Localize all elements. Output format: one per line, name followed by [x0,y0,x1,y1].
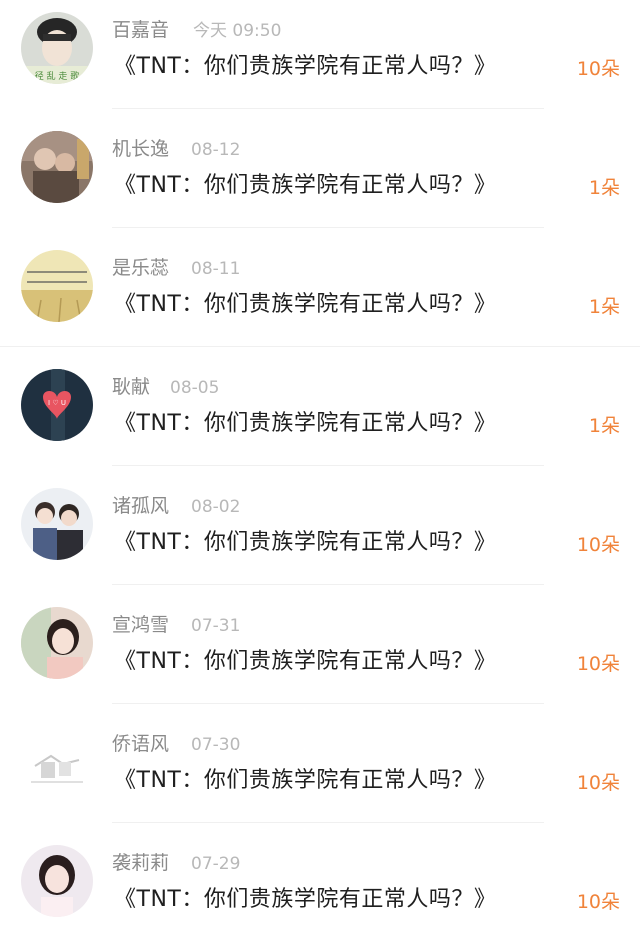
list-item[interactable]: I ♡ U 耿献 08-05 《TNT：你们贵族学院有正常人吗？》 1朵 [0,357,640,476]
divider [112,465,544,466]
svg-text:径 乱 走 歌: 径 乱 走 歌 [35,70,80,82]
book-title: 《TNT：你们贵族学院有正常人吗？》 [114,768,497,793]
flower-count: 10朵 [576,653,620,675]
divider [112,108,544,109]
user-name: 宣鸿雪 [112,614,170,636]
user-name: 百嘉音 [112,19,170,41]
timestamp: 07-31 [191,616,241,636]
user-name: 机长逸 [112,138,170,160]
avatar-girl-portrait-icon [21,607,93,679]
avatar[interactable] [21,726,93,798]
book-title: 《TNT：你们贵族学院有正常人吗？》 [114,411,497,436]
book-title: 《TNT：你们贵族学院有正常人吗？》 [114,173,497,198]
user-name: 袭莉莉 [112,852,170,874]
timestamp: 08-02 [191,497,241,517]
timestamp: 07-29 [191,854,241,874]
timestamp: 08-12 [191,140,241,160]
avatar-couple-photo-icon [21,131,93,203]
flower-count: 1朵 [588,177,620,199]
flower-count: 10朵 [576,891,620,913]
avatar[interactable] [21,250,93,322]
flower-count: 10朵 [576,772,620,794]
list-item[interactable]: 侨语风 07-30 《TNT：你们贵族学院有正常人吗？》 10朵 [0,714,640,833]
timestamp: 08-05 [170,378,220,398]
gift-record-list: 径 乱 走 歌 百嘉音 今天 09:50 《TNT：你们贵族学院有正常人吗？》 … [0,0,640,940]
avatar[interactable] [21,845,93,917]
flower-count: 1朵 [588,296,620,318]
timestamp: 07-30 [191,735,241,755]
flower-count: 10朵 [576,534,620,556]
list-item[interactable]: 诸孤风 08-02 《TNT：你们贵族学院有正常人吗？》 10朵 [0,476,640,595]
list-item[interactable]: 机长逸 08-12 《TNT：你们贵族学院有正常人吗？》 1朵 [0,119,640,238]
svg-text:I ♡ U: I ♡ U [48,399,66,407]
book-title: 《TNT：你们贵族学院有正常人吗？》 [114,887,497,912]
avatar-sketch-icon [21,726,93,798]
avatar[interactable]: 径 乱 走 歌 [21,12,93,84]
user-name: 是乐蕊 [112,257,170,279]
list-item[interactable]: 是乐蕊 08-11 《TNT：你们贵族学院有正常人吗？》 1朵 [0,238,640,357]
book-title: 《TNT：你们贵族学院有正常人吗？》 [114,292,497,317]
book-title: 《TNT：你们贵族学院有正常人吗？》 [114,530,497,555]
divider [112,703,544,704]
avatar[interactable] [21,607,93,679]
avatar-heart-icon: I ♡ U [21,369,93,441]
divider [112,227,544,228]
avatar[interactable] [21,488,93,560]
avatar-young-man-icon: 径 乱 走 歌 [21,12,93,84]
flower-count: 1朵 [588,415,620,437]
timestamp: 08-11 [191,259,241,279]
user-name: 侨语风 [112,733,170,755]
list-item[interactable]: 宣鸿雪 07-31 《TNT：你们贵族学院有正常人吗？》 10朵 [0,595,640,714]
list-item[interactable]: 径 乱 走 歌 百嘉音 今天 09:50 《TNT：你们贵族学院有正常人吗？》 … [0,0,640,119]
divider [112,584,544,585]
list-item[interactable]: 袭莉莉 07-29 《TNT：你们贵族学院有正常人吗？》 10朵 [0,833,640,940]
book-title: 《TNT：你们贵族学院有正常人吗？》 [114,649,497,674]
book-title: 《TNT：你们贵族学院有正常人吗？》 [114,54,497,79]
avatar[interactable]: I ♡ U [21,369,93,441]
avatar[interactable] [21,131,93,203]
divider [0,346,640,347]
user-name: 诸孤风 [112,495,170,517]
flower-count: 10朵 [576,58,620,80]
user-name: 耿献 [112,376,151,398]
avatar-woman-portrait-icon [21,845,93,917]
avatar-two-girls-icon [21,488,93,560]
divider [112,822,544,823]
timestamp: 今天 09:50 [193,21,282,41]
avatar-text-field-icon [21,250,93,322]
